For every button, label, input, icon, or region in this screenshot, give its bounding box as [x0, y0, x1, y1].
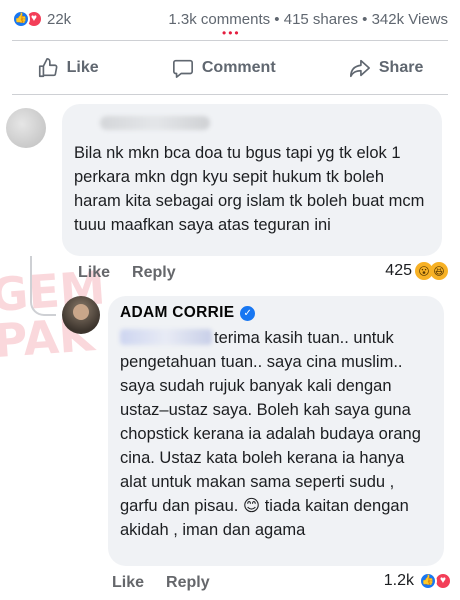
reply-like-button[interactable]: Like [112, 574, 144, 592]
divider [12, 40, 448, 41]
reaction-count: 425 [385, 262, 412, 279]
reply-bubble: ADAM CORRIE ✓ terima kasih tuan.. untuk … [108, 296, 444, 566]
reply-text: terima kasih tuan.. untuk pengetahuan tu… [120, 329, 421, 539]
post-action-bar: Like Comment Share [0, 42, 460, 94]
like-label: Like [66, 59, 99, 76]
like-icon: 👍 [419, 572, 437, 590]
avatar[interactable] [6, 108, 46, 148]
reactions-count: 22k [47, 10, 72, 28]
reply-reply-button[interactable]: Reply [166, 574, 210, 592]
share-label: Share [378, 59, 424, 76]
reply-thread-line [30, 256, 56, 316]
separator: • [362, 10, 368, 28]
reply-text-container: terima kasih tuan.. untuk pengetahuan tu… [120, 326, 432, 542]
avatar[interactable] [62, 296, 100, 334]
author-name[interactable]: ADAM CORRIE [120, 304, 234, 322]
reaction-count: 1.2k [383, 572, 414, 589]
comment-text: Bila nk mkn bca doa tu bgus tapi yg tk e… [74, 144, 425, 234]
comment-actions: Like Reply 425 😮 😆 [78, 262, 452, 284]
views-count: 342k Views [371, 10, 448, 28]
comment-bubble: Bila nk mkn bca doa tu bgus tapi yg tk e… [62, 104, 442, 256]
reply-reactions[interactable]: 1.2k 👍 ♥ [384, 572, 452, 590]
notification-dots: ••• [222, 26, 241, 40]
like-icon: 👍 [12, 10, 30, 28]
engagement-counts: 1.3k comments • 415 shares • 342k Views [168, 11, 448, 28]
share-button[interactable]: Share [349, 57, 423, 79]
blurred-author-name[interactable] [100, 116, 210, 130]
divider [12, 94, 448, 95]
comment-like-button[interactable]: Like [78, 264, 110, 282]
comment-reply-button[interactable]: Reply [132, 264, 176, 282]
comment-icon [172, 59, 193, 78]
reply-actions: Like Reply 1.2k 👍 ♥ [112, 572, 452, 594]
comment-button[interactable]: Comment [172, 57, 276, 79]
blurred-mention-tag[interactable] [120, 329, 212, 345]
haha-icon: 😆 [430, 262, 448, 280]
like-button[interactable]: Like [37, 57, 99, 79]
comment-reactions[interactable]: 425 😮 😆 [385, 262, 448, 280]
thumbs-up-icon [38, 58, 58, 78]
reaction-summary[interactable]: 👍 ♥ 22k [12, 10, 71, 28]
watermark-logo: GEM PAK [0, 260, 108, 369]
separator: • [274, 10, 280, 28]
author-name-row: ADAM CORRIE ✓ [120, 304, 432, 322]
comments-count[interactable]: 1.3k comments [168, 11, 270, 28]
share-icon [349, 59, 370, 78]
shares-count[interactable]: 415 shares [284, 11, 358, 28]
comment-label: Comment [201, 59, 276, 76]
verified-icon: ✓ [240, 305, 256, 321]
